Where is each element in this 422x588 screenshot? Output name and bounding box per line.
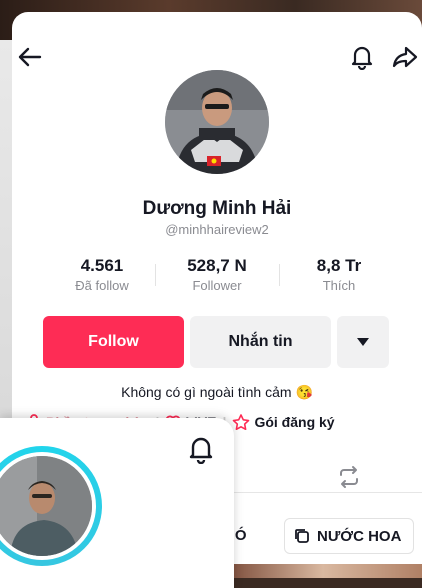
collection-icon — [295, 529, 309, 543]
stat-following-value: 4.561 — [80, 256, 124, 275]
more-options-button[interactable] — [337, 316, 389, 368]
profile-handle: @minhhaireview2 — [165, 222, 269, 237]
repost-icon[interactable] — [336, 464, 362, 490]
collection-chip-perfume-label: NƯỚC HOA — [317, 527, 402, 545]
stat-followers-label: Follower — [192, 278, 242, 293]
follow-button[interactable]: Follow — [43, 316, 184, 368]
stat-divider — [155, 264, 156, 286]
collection-chip-perfume[interactable]: NƯỚC HOA — [284, 518, 415, 554]
back-arrow-icon[interactable] — [14, 42, 44, 72]
bell-icon[interactable] — [349, 42, 375, 72]
stat-followers[interactable]: 528,7 N Follower — [167, 256, 267, 293]
dropdown-caret-icon — [357, 338, 369, 346]
share-icon[interactable] — [390, 42, 420, 72]
message-button[interactable]: Nhắn tin — [190, 316, 331, 368]
stat-following-label: Đã follow — [75, 278, 129, 293]
bell-icon[interactable] — [186, 432, 216, 466]
video-thumbnail-strip[interactable] — [224, 564, 422, 578]
subscription-label: Gói đăng ký — [254, 414, 335, 430]
stat-likes-label: Thích — [322, 278, 356, 293]
stat-likes[interactable]: 8,8 Tr Thích — [289, 256, 389, 293]
profile-avatar[interactable] — [165, 70, 269, 174]
stat-following[interactable]: 4.561 Đã follow — [52, 256, 152, 293]
stat-divider — [279, 264, 280, 286]
subscription-link[interactable]: Gói đăng ký — [232, 414, 335, 430]
tab-divider — [234, 492, 422, 493]
stat-likes-value: 8,8 Tr — [316, 256, 362, 275]
subscription-star-icon — [233, 414, 250, 430]
profile-name: Dương Minh Hải — [142, 198, 292, 219]
stat-followers-value: 528,7 N — [187, 256, 247, 275]
profile-bio: Không có gì ngoài tình cảm 😘 — [121, 384, 313, 400]
